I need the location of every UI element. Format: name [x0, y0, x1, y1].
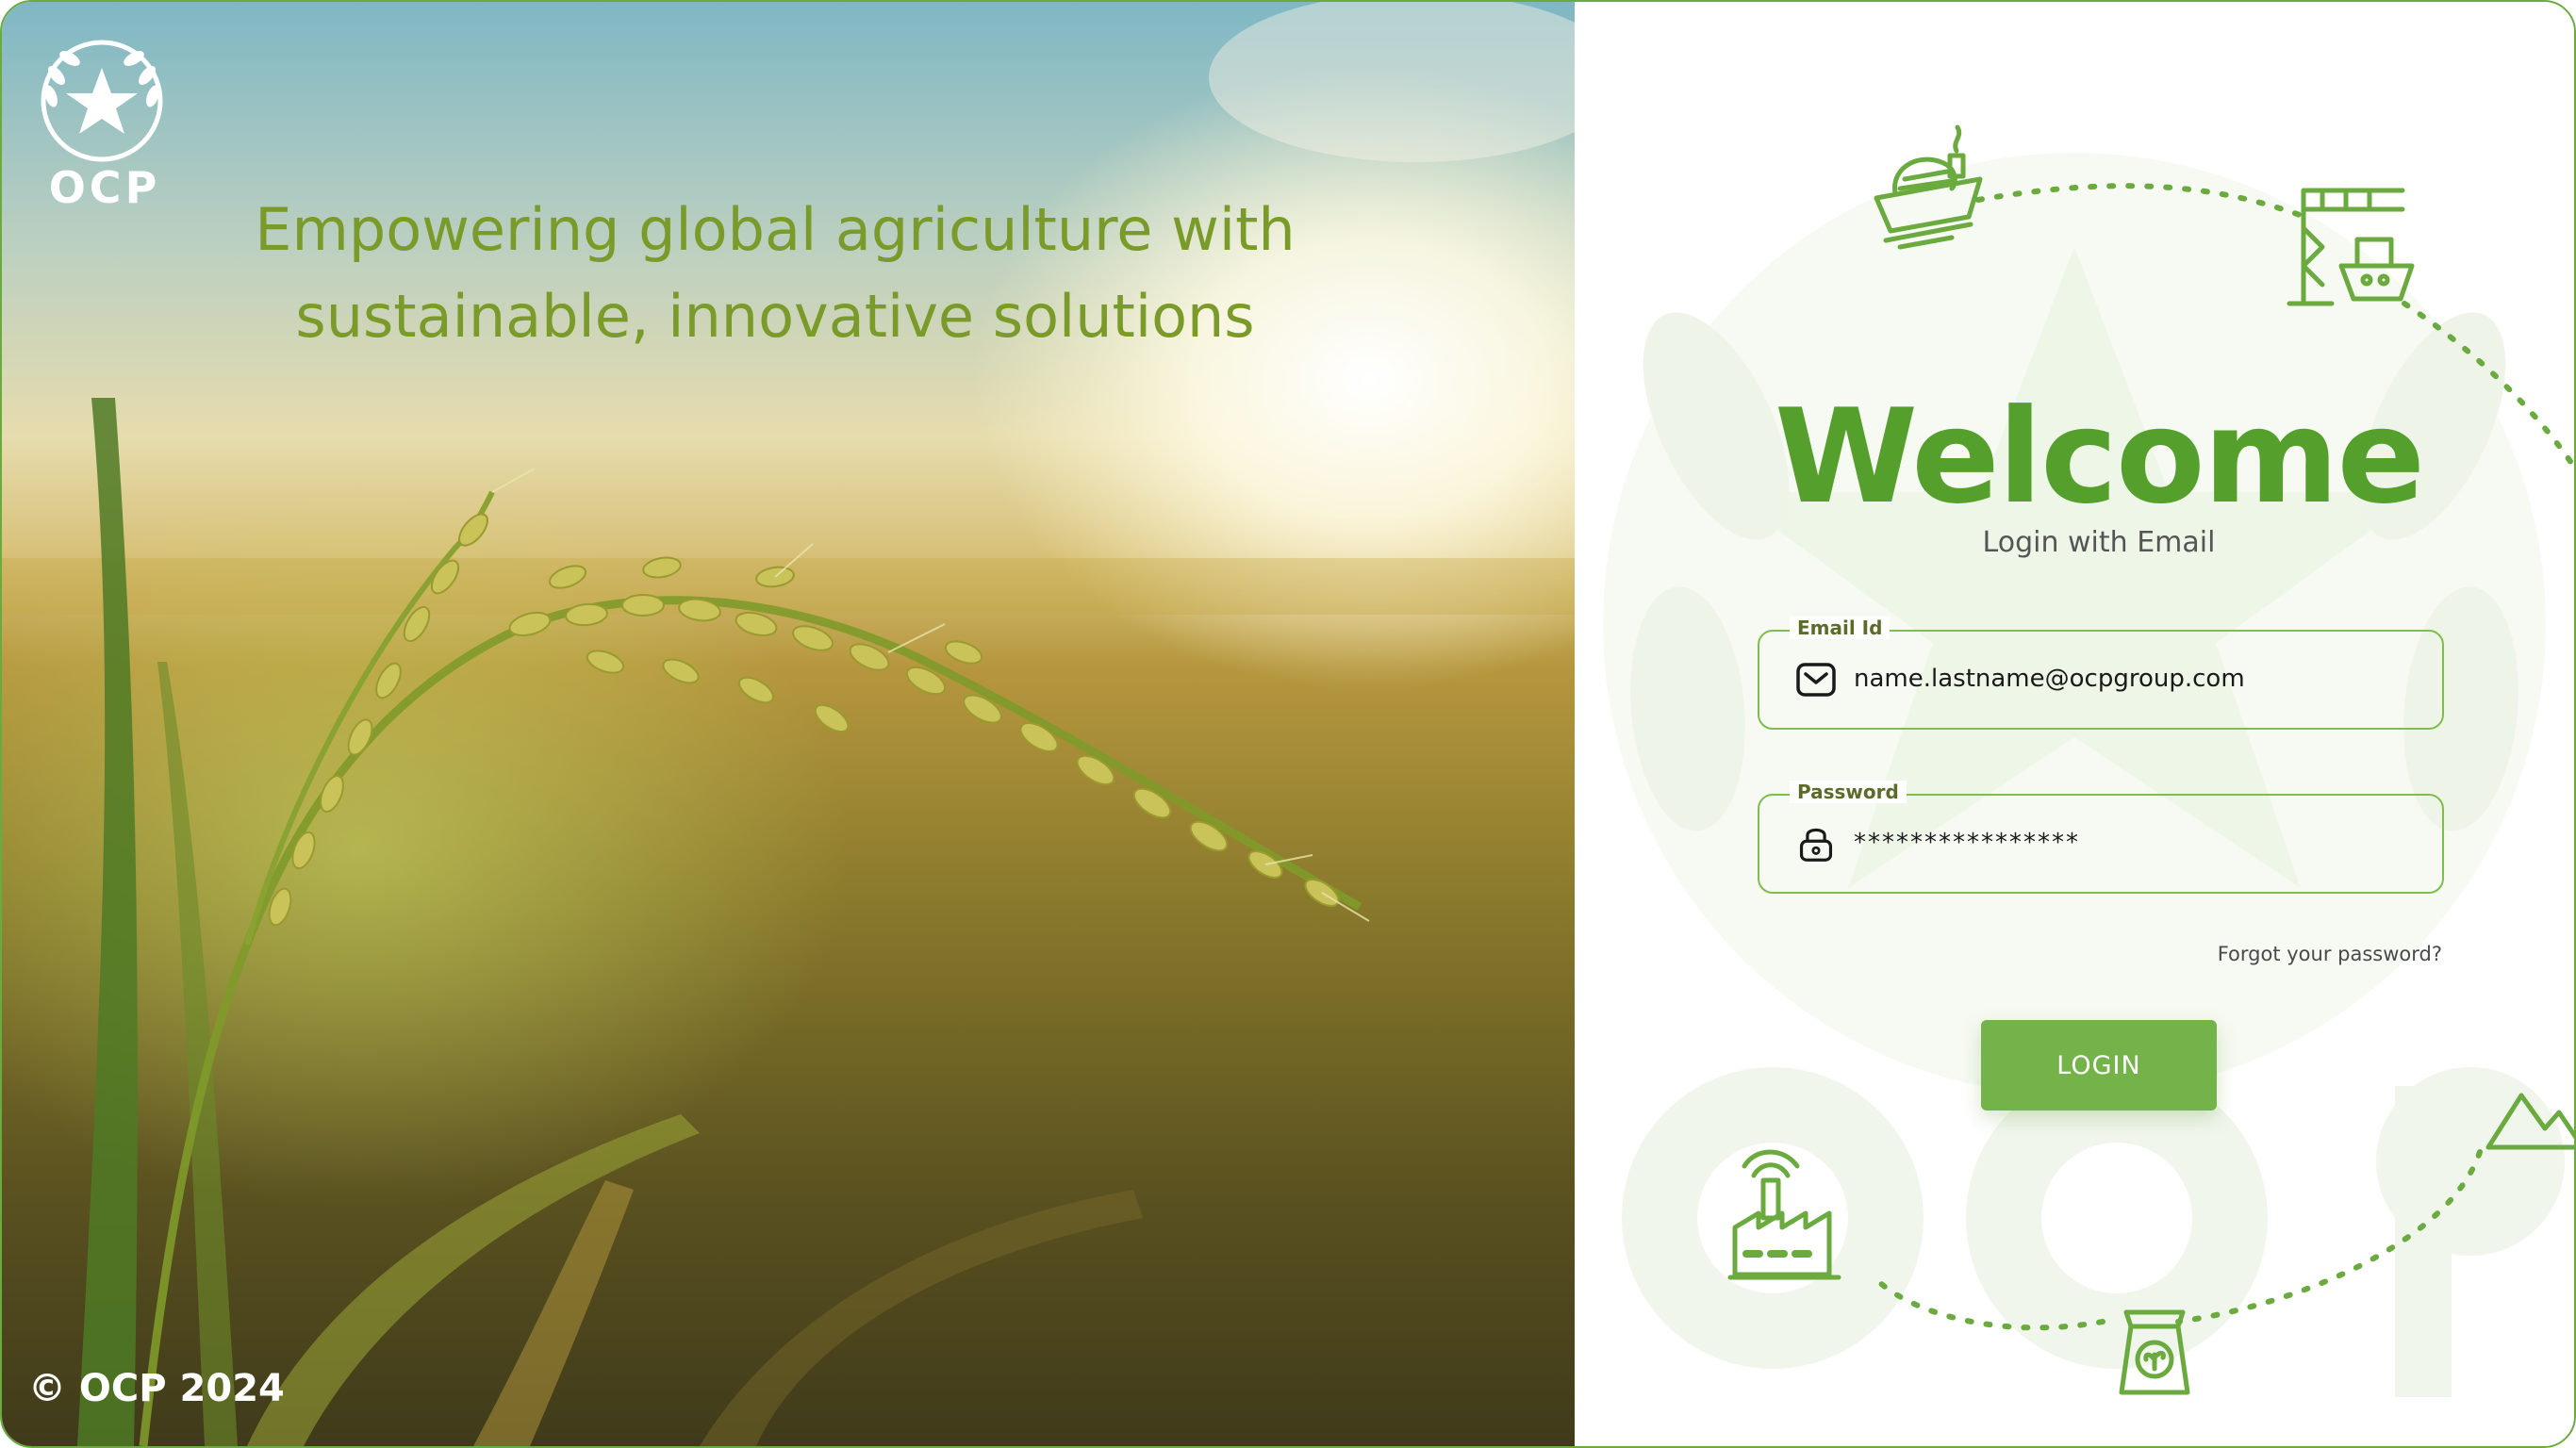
fertilizer-bag-icon	[2119, 1309, 2190, 1395]
lock-icon	[1799, 828, 1833, 862]
forgot-password-link[interactable]: Forgot your password?	[2140, 943, 2442, 965]
login-button[interactable]: LOGIN	[1981, 1020, 2217, 1111]
email-input[interactable]	[1854, 654, 2401, 703]
password-input[interactable]	[1854, 818, 2401, 867]
logo-text: OCP	[48, 162, 161, 213]
welcome-title: Welcome	[1774, 381, 2425, 533]
tagline-line-2: sustainable, innovative solutions	[295, 282, 1255, 351]
factory-icon	[1727, 1149, 1841, 1280]
login-screen: OCP Empowering global agriculture with s…	[0, 0, 2576, 1448]
password-label: Password	[1790, 781, 1907, 803]
hero-tagline: Empowering global agriculture with susta…	[162, 187, 1388, 360]
email-label: Email Id	[1790, 617, 1891, 639]
login-subtitle: Login with Email	[1982, 526, 2216, 559]
ocp-logo: OCP	[26, 30, 177, 215]
port-crane-icon	[2287, 188, 2415, 306]
email-field: Email Id	[1758, 617, 2444, 730]
password-field: Password	[1758, 781, 2444, 894]
hero-panel: OCP Empowering global agriculture with s…	[2, 2, 1575, 1446]
cargo-ship-icon	[1874, 124, 1983, 250]
mountain-icon	[2485, 1093, 2574, 1150]
tagline-line-1: Empowering global agriculture with	[255, 195, 1296, 264]
copyright: © OCP 2024	[28, 1367, 285, 1410]
mail-icon	[1796, 663, 1836, 697]
login-panel: Welcome Login with Email Email Id Passwo…	[1575, 2, 2574, 1446]
ocp-star-wreath-icon	[41, 40, 163, 162]
